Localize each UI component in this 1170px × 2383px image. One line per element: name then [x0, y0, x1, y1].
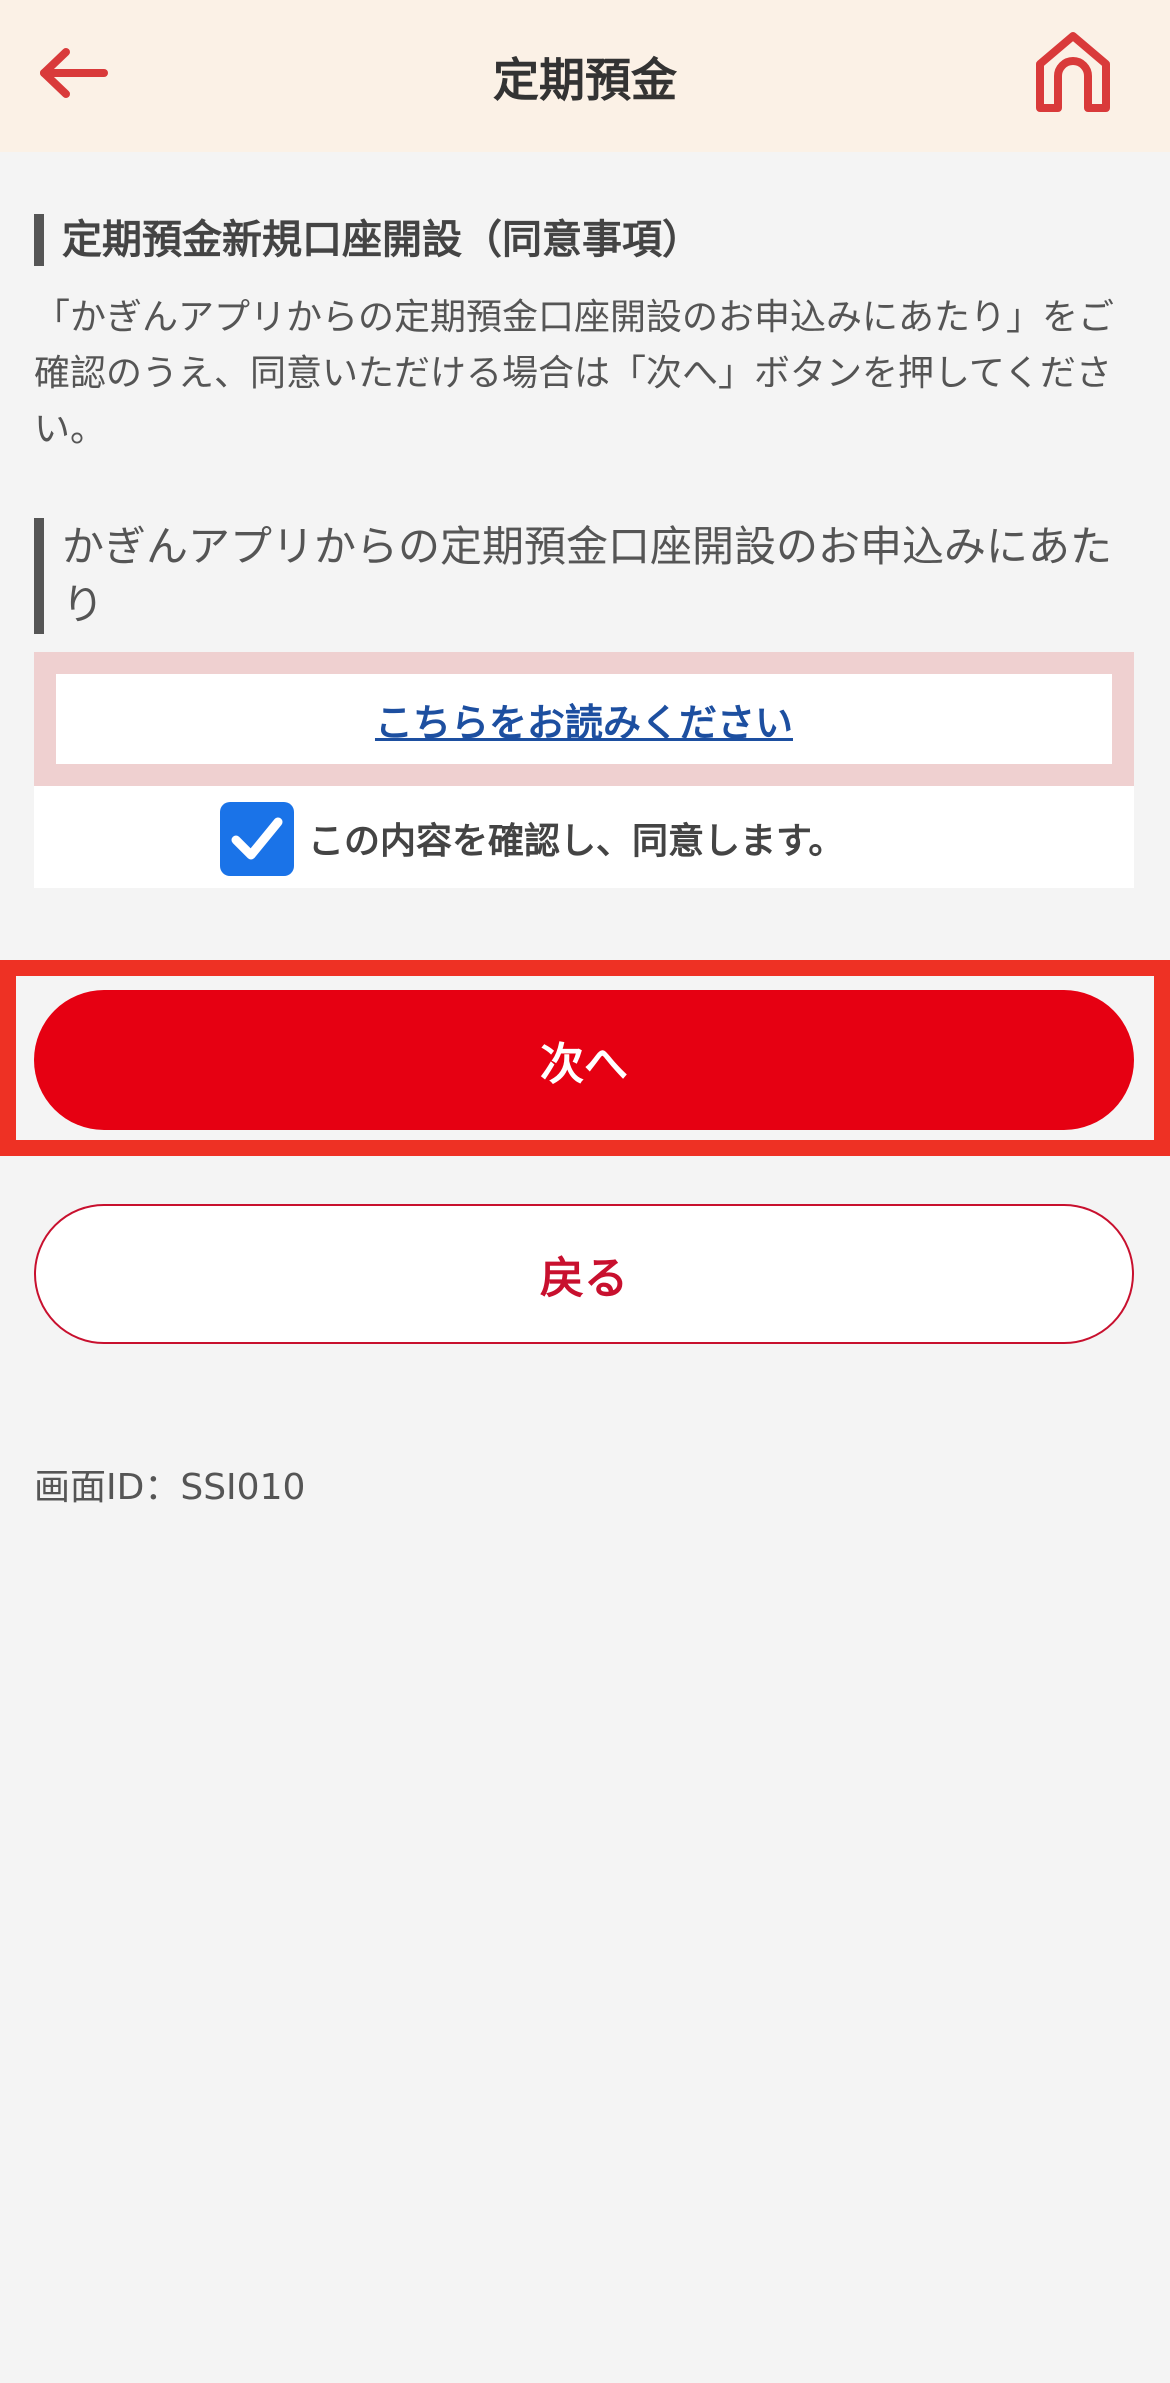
next-button[interactable]: 次へ: [34, 990, 1134, 1130]
agree-row: この内容を確認し、同意します。: [34, 786, 1134, 888]
agree-label: この内容を確認し、同意します。: [308, 821, 845, 862]
agree-checkbox[interactable]: [220, 802, 294, 876]
home-icon[interactable]: [1032, 28, 1114, 114]
terms-link-box: こちらをお読みください: [34, 652, 1134, 786]
terms-title: かぎんアプリからの定期預金口座開設のお申込みにあたり: [34, 518, 1134, 634]
section-title: 定期預金新規口座開設（同意事項）: [34, 214, 1134, 266]
check-icon: [231, 817, 283, 860]
section-description: 「かぎんアプリからの定期預金口座開設のお申込みにあたり」をご確認のうえ、同意いた…: [34, 297, 1115, 450]
read-terms-link[interactable]: こちらをお読みください: [375, 692, 793, 747]
page-title: 定期預金: [493, 53, 677, 107]
terms-link-frame: こちらをお読みください: [46, 664, 1122, 774]
screen-id: 画面ID：SSI010: [34, 1467, 306, 1508]
back-button[interactable]: 戻る: [34, 1204, 1134, 1344]
app-header: 定期預金: [0, 0, 1170, 152]
